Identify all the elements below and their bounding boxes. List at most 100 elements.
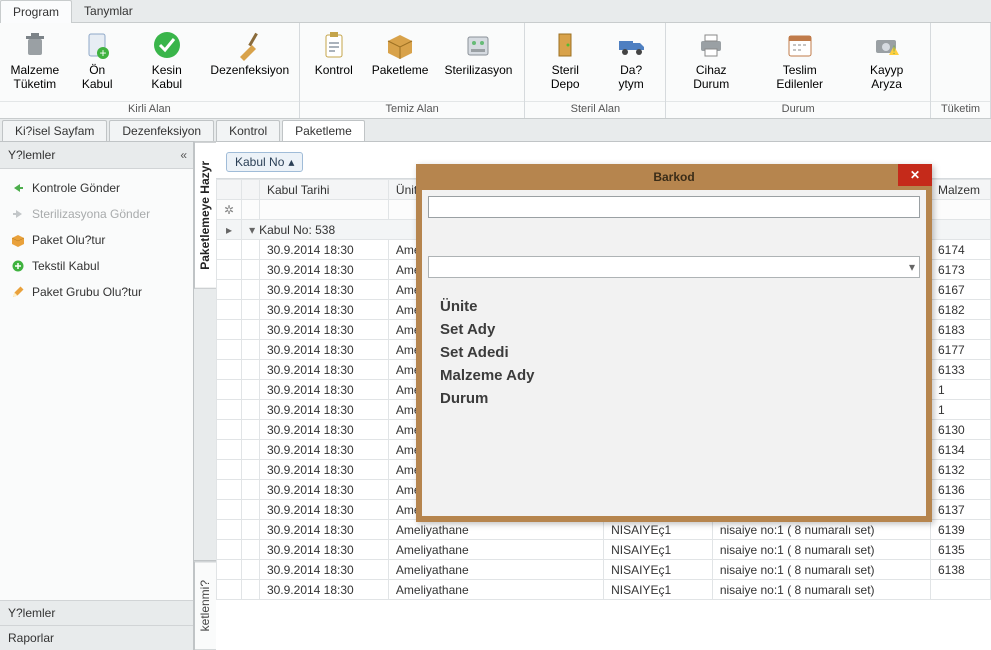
collapse-left-panel-icon[interactable]: « bbox=[180, 148, 185, 162]
ribbon-btn-dagitim[interactable]: Da?ytym bbox=[601, 25, 661, 96]
left-panel-header: Y?lemler « bbox=[0, 142, 193, 169]
ribbon-btn-kesin-kabul[interactable]: Kesin Kabul bbox=[129, 25, 205, 96]
cell-tarih: 30.9.2014 18:30 bbox=[259, 540, 388, 560]
cell-malzeme: 6135 bbox=[931, 540, 991, 560]
cell-tarih: 30.9.2014 18:30 bbox=[259, 500, 388, 520]
calendar-icon bbox=[784, 29, 816, 61]
cell-c4: nisaiye no:1 ( 8 numaralı set) bbox=[712, 580, 930, 600]
modal-title-text: Barkod bbox=[653, 170, 694, 184]
cell-malzeme: 6130 bbox=[931, 420, 991, 440]
menu-tanimlar[interactable]: Tanymlar bbox=[72, 0, 145, 22]
cell-tarih: 30.9.2014 18:30 bbox=[259, 580, 388, 600]
ribbon-btn-steril-depo[interactable]: Steril Depo bbox=[529, 25, 601, 96]
modal-body: ▾ ÜniteSet AdySet AdediMalzeme AdyDurum bbox=[422, 190, 926, 516]
svg-text:+: + bbox=[100, 46, 107, 60]
broom-icon bbox=[234, 29, 266, 61]
left-bottom-tab-raporlar[interactable]: Raporlar bbox=[0, 625, 193, 650]
cell-tarih: 30.9.2014 18:30 bbox=[259, 420, 388, 440]
barkod-input[interactable] bbox=[428, 196, 920, 218]
cell-malzeme: 6136 bbox=[931, 480, 991, 500]
left-panel-title: Y?lemler bbox=[8, 148, 55, 162]
clipboard-icon bbox=[318, 29, 350, 61]
action-paket-grubu-olustur[interactable]: Paket Grubu Olu?tur bbox=[4, 279, 189, 305]
doc-plus-icon: + bbox=[81, 29, 113, 61]
col-kabul-tarihi[interactable]: Kabul Tarihi bbox=[259, 180, 388, 200]
ribbon-btn-on-kabul[interactable]: +Ön Kabul bbox=[66, 25, 129, 96]
filter-kabul-tarihi[interactable] bbox=[259, 200, 388, 220]
cell-unite: Ameliyathane bbox=[388, 540, 603, 560]
cell-c4: nisaiye no:1 ( 8 numaralı set) bbox=[712, 560, 930, 580]
ribbon-btn-malzeme-tuketim[interactable]: MalzemeTüketim bbox=[4, 25, 66, 96]
left-panel: Y?lemler « Kontrole Gönder Sterilizasyona… bbox=[0, 142, 194, 650]
cell-tarih: 30.9.2014 18:30 bbox=[259, 280, 388, 300]
package-colored-icon bbox=[10, 232, 26, 248]
modal-field-label: Durum bbox=[440, 390, 908, 407]
ribbon-btn-paketleme[interactable]: Paketleme bbox=[364, 25, 437, 82]
table-row[interactable]: 30.9.2014 18:30AmeliyathaneNISAIYEç1nisa… bbox=[217, 520, 991, 540]
modal-field-label: Set Ady bbox=[440, 321, 908, 338]
menu-program[interactable]: Program bbox=[0, 0, 72, 23]
group-chip-kabul-no[interactable]: Kabul No ▴ bbox=[226, 152, 303, 172]
tab-dezenfeksiyon[interactable]: Dezenfeksiyon bbox=[109, 120, 214, 141]
tab-paketleme[interactable]: Paketleme bbox=[282, 120, 365, 141]
barkod-dropdown[interactable]: ▾ bbox=[428, 256, 920, 278]
action-paket-olustur[interactable]: Paket Olu?tur bbox=[4, 227, 189, 253]
ribbon-group: Cihaz DurumTeslim Edilenler!Kayyp AryzaD… bbox=[666, 23, 931, 118]
modal-field-label: Set Adedi bbox=[440, 344, 908, 361]
cell-malzeme: 6183 bbox=[931, 320, 991, 340]
ribbon-btn-kayip-ariza[interactable]: !Kayyp Aryza bbox=[847, 25, 926, 96]
cell-c3: NISAIYEç1 bbox=[604, 520, 713, 540]
left-bottom-tab-y?lemler[interactable]: Y?lemler bbox=[0, 600, 193, 625]
table-row[interactable]: 30.9.2014 18:30AmeliyathaneNISAIYEç1nisa… bbox=[217, 560, 991, 580]
cell-malzeme: 1 bbox=[931, 380, 991, 400]
ribbon-group-label: Steril Alan bbox=[525, 101, 665, 118]
cell-tarih: 30.9.2014 18:30 bbox=[259, 560, 388, 580]
cell-malzeme: 6174 bbox=[931, 240, 991, 260]
cell-tarih: 30.9.2014 18:30 bbox=[259, 260, 388, 280]
cell-tarih: 30.9.2014 18:30 bbox=[259, 440, 388, 460]
door-icon bbox=[549, 29, 581, 61]
tab-ki-isel-sayfam[interactable]: Ki?isel Sayfam bbox=[2, 120, 107, 141]
ribbon-btn-kontrol[interactable]: Kontrol bbox=[304, 25, 364, 82]
modal-close-button[interactable]: ✕ bbox=[898, 164, 932, 186]
action-tekstil-kabul[interactable]: Tekstil Kabul bbox=[4, 253, 189, 279]
cell-malzeme: 6167 bbox=[931, 280, 991, 300]
action-label: Kontrole Gönder bbox=[32, 181, 120, 195]
cell-malzeme: 1 bbox=[931, 400, 991, 420]
cell-malzeme: 6132 bbox=[931, 460, 991, 480]
cell-c4: nisaiye no:1 ( 8 numaralı set) bbox=[712, 520, 930, 540]
action-kontrole-gonder[interactable]: Kontrole Gönder bbox=[4, 175, 189, 201]
cell-tarih: 30.9.2014 18:30 bbox=[259, 320, 388, 340]
side-tab-paketlemeye-hazir[interactable]: Paketlemeye Hazyr bbox=[194, 142, 216, 289]
ribbon: MalzemeTüketim+Ön KabulKesin KabulDezenf… bbox=[0, 23, 991, 119]
action-label: Sterilizasyona Gönder bbox=[32, 207, 150, 221]
side-tabs: Paketlemeye Hazyr ketlenmi? bbox=[194, 142, 216, 650]
side-tab-paketlenmis[interactable]: ketlenmi? bbox=[194, 561, 216, 650]
tab-kontrol[interactable]: Kontrol bbox=[216, 120, 280, 141]
ribbon-btn-cihaz-durum[interactable]: Cihaz Durum bbox=[670, 25, 752, 96]
table-row[interactable]: 30.9.2014 18:30AmeliyathaneNISAIYEç1nisa… bbox=[217, 540, 991, 560]
table-row[interactable]: 30.9.2014 18:30AmeliyathaneNISAIYEç1nisa… bbox=[217, 580, 991, 600]
chevron-down-icon: ▾ bbox=[909, 260, 915, 274]
ribbon-btn-dezenfeksiyon[interactable]: Dezenfeksiyon bbox=[205, 25, 295, 82]
cell-tarih: 30.9.2014 18:30 bbox=[259, 400, 388, 420]
plus-green-icon bbox=[10, 258, 26, 274]
cell-tarih: 30.9.2014 18:30 bbox=[259, 300, 388, 320]
modal-field-label: Ünite bbox=[440, 298, 908, 315]
modal-titlebar[interactable]: Barkod ✕ bbox=[416, 164, 932, 190]
content-tabs: Ki?isel SayfamDezenfeksiyonKontrolPaketl… bbox=[0, 119, 991, 142]
cell-tarih: 30.9.2014 18:30 bbox=[259, 460, 388, 480]
arrow-left-green-icon bbox=[10, 180, 26, 196]
cell-c3: NISAIYEç1 bbox=[604, 580, 713, 600]
modal-fields: ÜniteSet AdySet AdediMalzeme AdyDurum bbox=[422, 284, 926, 421]
cell-malzeme: 6134 bbox=[931, 440, 991, 460]
cell-malzeme: 6173 bbox=[931, 260, 991, 280]
action-list: Kontrole Gönder Sterilizasyona Gönder Pake… bbox=[0, 169, 193, 600]
grid-handle-col bbox=[217, 180, 242, 200]
ribbon-btn-teslim-edilenler[interactable]: Teslim Edilenler bbox=[752, 25, 847, 96]
cell-malzeme: 6139 bbox=[931, 520, 991, 540]
col-malzeme[interactable]: Malzem bbox=[931, 180, 991, 200]
action-sterilizasyona-gonder: Sterilizasyona Gönder bbox=[4, 201, 189, 227]
cell-c3: NISAIYEç1 bbox=[604, 560, 713, 580]
ribbon-btn-sterilizasyon[interactable]: Sterilizasyon bbox=[436, 25, 520, 82]
